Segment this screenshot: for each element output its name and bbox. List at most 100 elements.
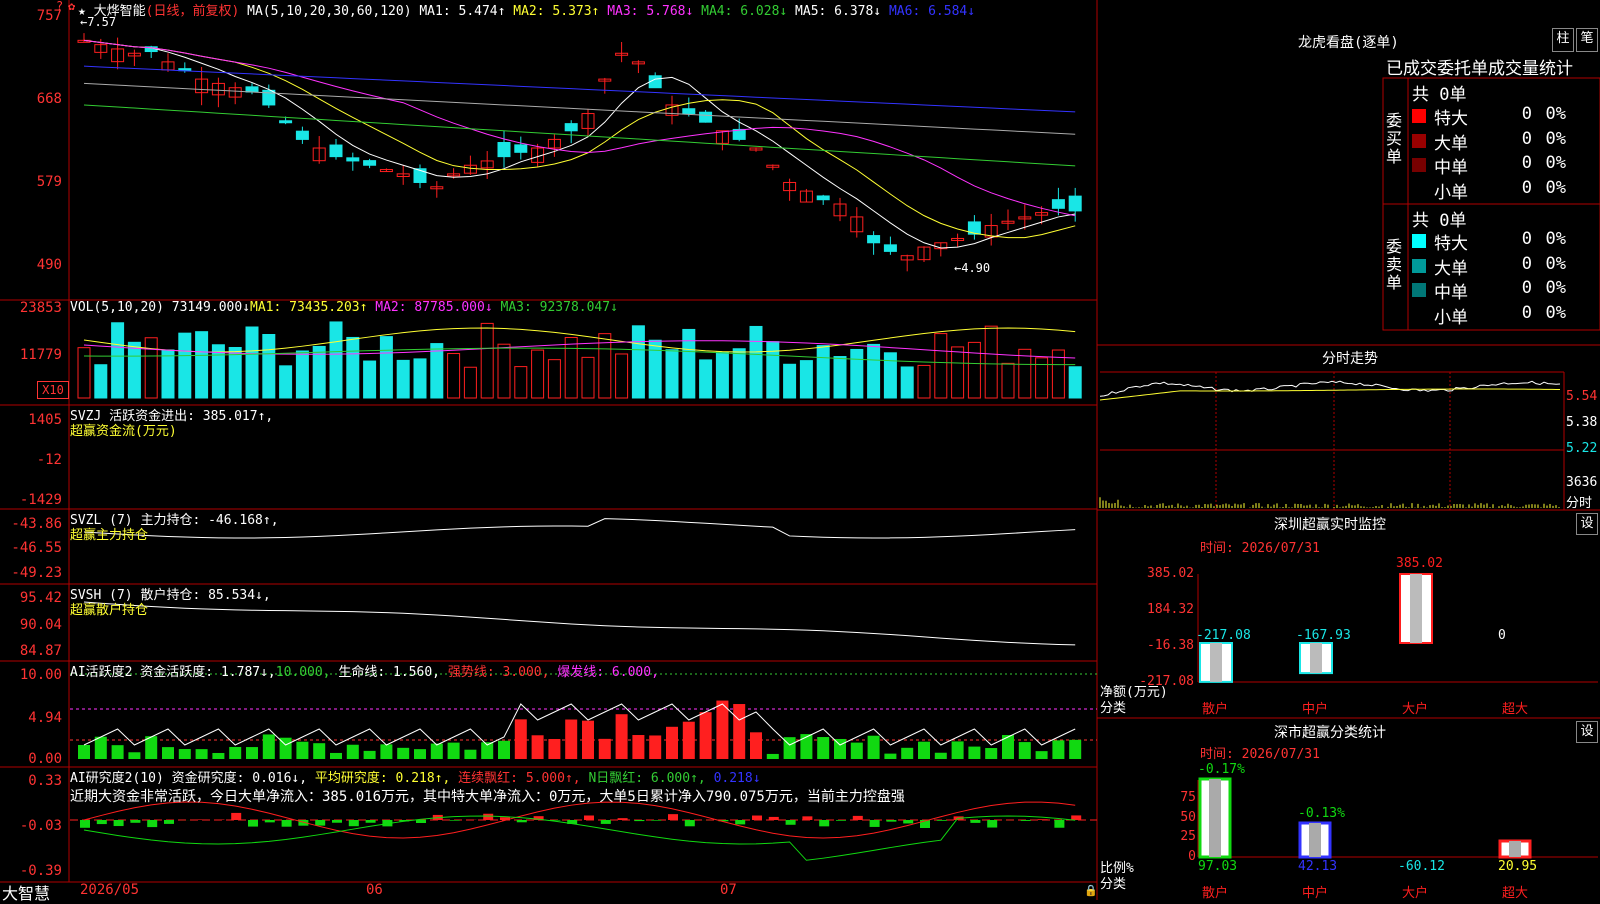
ai2-bar xyxy=(164,820,174,824)
ai1-bar xyxy=(128,752,140,759)
svzj-bar xyxy=(820,454,827,458)
szc-category: 散户 xyxy=(1202,882,1228,901)
vol-bar xyxy=(935,334,947,398)
vol-bar xyxy=(968,342,980,398)
row-name: 大单 xyxy=(1434,129,1468,154)
ai2-bar xyxy=(349,820,359,826)
vol-bar xyxy=(532,350,544,398)
ai1-bar xyxy=(347,745,359,759)
ai1-ytick-2: 4.94 xyxy=(0,710,62,726)
vol-bar xyxy=(800,361,812,398)
lock-icon[interactable]: 🔒 xyxy=(1084,884,1098,897)
row-swatch xyxy=(1412,183,1426,197)
svzj-bar xyxy=(803,458,810,463)
ma10-line xyxy=(84,40,1075,237)
ai1-bar xyxy=(448,743,460,759)
svzj-bar xyxy=(501,447,508,458)
szm-bar-label: -217.08 xyxy=(1196,628,1251,643)
vol-unit-badge[interactable]: X10 xyxy=(37,381,69,399)
candle-body xyxy=(330,145,342,157)
ai1-bar xyxy=(565,720,577,759)
vol-bar xyxy=(834,357,846,398)
sz-monitor-time: 时间: 2026/07/31 xyxy=(1200,537,1320,556)
vol-bar xyxy=(616,354,628,398)
sell-side-label: 委卖单 xyxy=(1386,238,1404,292)
svzj-bar xyxy=(703,453,710,458)
tick-mode-button[interactable]: 笔 xyxy=(1576,28,1598,52)
ai1-bar xyxy=(464,750,476,759)
szc-bottom-label: 20.95 xyxy=(1498,859,1537,874)
ai1-bar xyxy=(364,751,376,759)
vol-bar xyxy=(1069,367,1081,398)
period-label[interactable]: (日线，前复权) xyxy=(146,4,240,19)
ai1-bar xyxy=(582,721,594,759)
vol-bar xyxy=(263,335,275,398)
ai1-bar xyxy=(431,744,443,759)
svzj-bar xyxy=(568,458,575,462)
svzj-bar xyxy=(367,438,374,458)
svzj-bar xyxy=(971,458,978,461)
main-ytick-3: 579 xyxy=(0,174,62,190)
svzj-bar xyxy=(215,455,222,458)
sz-class-ytick-4: 0 xyxy=(1166,849,1196,864)
szc-top-label: -0.17% xyxy=(1198,762,1245,777)
sz-class-title: 深市超赢分类统计 xyxy=(1100,722,1560,742)
candle-body xyxy=(884,245,896,252)
high-price-label: ←7.57 xyxy=(80,15,116,29)
ai1-bar xyxy=(599,739,611,759)
row-p: 0% xyxy=(1526,129,1566,149)
vol-bar xyxy=(481,323,493,398)
svzl-ytick-2: -46.55 xyxy=(0,540,62,556)
szc-bar-shade xyxy=(1309,823,1321,857)
vol-bar xyxy=(464,367,476,398)
candle-body xyxy=(565,124,577,131)
vol-bar xyxy=(750,326,762,398)
ai2-note: 近期大资金非常活跃，今日大单净流入：385.016万元，其中特大单净流入：0万元… xyxy=(70,786,905,806)
svzj-bar xyxy=(686,458,693,465)
vol-bar xyxy=(817,346,829,398)
svzj-bar xyxy=(316,458,323,467)
ai1-bar xyxy=(716,701,728,759)
svsh-ytick-2: 90.04 xyxy=(0,617,62,633)
ai1-bar xyxy=(380,744,392,759)
szc-bottom-label: 97.03 xyxy=(1198,859,1237,874)
gear-icon[interactable]: ✿ xyxy=(68,0,75,13)
svzj-bar xyxy=(148,458,155,471)
bar-mode-button[interactable]: 柱 xyxy=(1552,28,1574,52)
sz-monitor-settings-button[interactable]: 设 xyxy=(1576,513,1598,535)
svzj-bar xyxy=(753,438,760,458)
ai2-bar xyxy=(836,820,846,821)
szc-category: 中户 xyxy=(1302,882,1328,901)
vol-bar xyxy=(431,344,443,398)
ai1-bar xyxy=(733,704,745,759)
ai1-bar xyxy=(246,747,258,759)
row-p: 0% xyxy=(1526,303,1566,323)
vol-ytick-2: 11779 xyxy=(0,347,62,363)
ma20-line xyxy=(84,40,1075,215)
svzj-bar xyxy=(467,458,474,468)
svzj-bar xyxy=(719,458,726,471)
chart-canvas[interactable] xyxy=(0,0,1600,900)
row-name: 中单 xyxy=(1434,153,1468,178)
sz-class-settings-button[interactable]: 设 xyxy=(1576,721,1598,743)
sz-class-ytick-3: 25 xyxy=(1166,829,1196,844)
svzj-bar xyxy=(350,441,357,458)
svzj-bar xyxy=(333,451,340,458)
vol-bar xyxy=(851,349,863,398)
buy-total: 共 0单 xyxy=(1412,80,1466,105)
ai1-bar xyxy=(229,747,241,759)
vol-bar xyxy=(380,337,392,398)
svzj-bar xyxy=(1055,446,1062,458)
ai2-bar xyxy=(903,820,913,823)
ai2-bar xyxy=(601,820,611,824)
row-swatch xyxy=(1412,308,1426,322)
ai2-bar xyxy=(198,819,208,820)
szm-category: 中户 xyxy=(1302,698,1328,717)
sz-class-time: 时间: 2026/07/31 xyxy=(1200,743,1320,762)
svzj-bar xyxy=(182,442,189,458)
row-name: 特大 xyxy=(1434,229,1468,254)
ai2-bar xyxy=(248,820,258,827)
row-p: 0% xyxy=(1526,104,1566,124)
vol-bar xyxy=(733,349,745,398)
sz-monitor-ytick-3: -16.38 xyxy=(1130,638,1194,653)
